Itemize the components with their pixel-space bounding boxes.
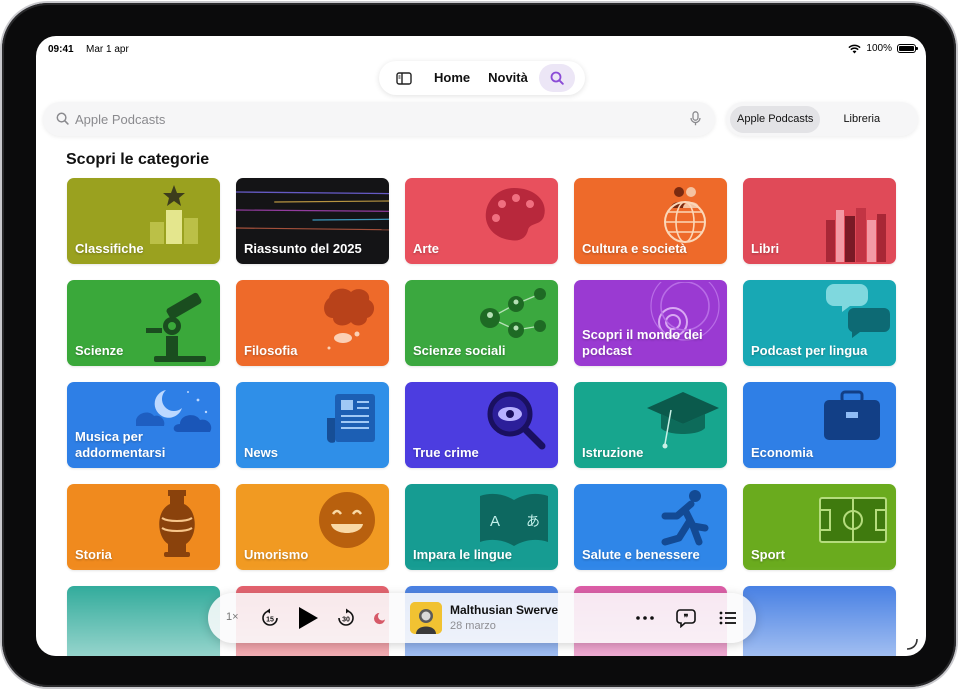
category-tile[interactable]: A あ Impara le lingue	[405, 484, 558, 570]
ipad-frame: 09:41 Mar 1 apr 100% Home Novità Apple P…	[2, 3, 956, 687]
resize-corner-icon[interactable]	[906, 638, 918, 650]
category-tile[interactable]: Filosofia	[236, 280, 389, 366]
category-label: Storia	[75, 547, 112, 562]
sleep-timer-button[interactable]	[370, 608, 388, 628]
search-icon	[550, 71, 564, 85]
category-tile[interactable]: Classifiche	[67, 178, 220, 264]
category-label: Scienze sociali	[413, 343, 506, 358]
category-label: Istruzione	[582, 445, 644, 460]
skip-forward-label: 30	[342, 617, 350, 624]
category-label: Filosofia	[244, 343, 298, 358]
transcript-button[interactable]: ❞	[674, 606, 698, 630]
category-label: Cultura e società	[582, 241, 687, 256]
status-bar: 09:41 Mar 1 apr 100%	[36, 36, 926, 62]
category-tile[interactable]: Salute e benessere	[574, 484, 727, 570]
category-tile[interactable]: Scienze sociali	[405, 280, 558, 366]
quote-bubble-icon: ❞	[676, 609, 696, 628]
scope-libreria[interactable]: Libreria	[836, 106, 887, 133]
category-tile[interactable]: Economia	[743, 382, 896, 468]
battery-percent: 100%	[866, 43, 892, 54]
category-label: Podcast per lingua	[751, 343, 868, 358]
category-tile[interactable]: Storia	[67, 484, 220, 570]
episode-artwork[interactable]	[410, 602, 442, 634]
moon-icon	[373, 612, 385, 624]
category-label: Sport	[751, 547, 785, 562]
tab-search[interactable]	[538, 64, 575, 92]
category-label: Salute e benessere	[582, 547, 700, 562]
category-tile[interactable]: Scopri il mondo dei podcast	[574, 280, 727, 366]
category-label: Classifiche	[75, 241, 144, 256]
category-tile[interactable]: Libri	[743, 178, 896, 264]
svg-text:A: A	[490, 513, 500, 530]
ellipsis-icon	[636, 616, 654, 620]
scope-apple-podcasts[interactable]: Apple Podcasts	[730, 105, 821, 133]
mini-player[interactable]: 1× 15 30 Malthusian Swerve 28 marzo ❞	[208, 593, 756, 643]
list-icon	[719, 611, 736, 625]
episode-date: 28 marzo	[450, 620, 496, 632]
status-right: 100%	[848, 43, 918, 54]
category-label: Umorismo	[244, 547, 309, 562]
category-label: Arte	[413, 241, 440, 256]
portrait-artwork-icon	[410, 602, 442, 634]
category-label: Scopri il mondo dei podcast	[582, 327, 703, 358]
category-label: Musica per addormentarsi	[75, 429, 166, 460]
play-icon	[299, 607, 318, 629]
category-label: Economia	[751, 445, 814, 460]
queue-button[interactable]	[716, 607, 740, 629]
category-tile[interactable]: Scienze	[67, 280, 220, 366]
category-tile[interactable]: Istruzione	[574, 382, 727, 468]
tab-home[interactable]: Home	[425, 64, 479, 92]
search-scope-segmented: Apple Podcasts Libreria	[726, 102, 918, 136]
play-button[interactable]	[294, 604, 322, 632]
status-time: 09:41	[48, 44, 74, 55]
sidebar-icon	[396, 71, 412, 85]
skip-back-label: 15	[266, 617, 274, 624]
section-title: Scopri le categorie	[66, 151, 210, 168]
search-field[interactable]	[43, 102, 715, 136]
category-tile[interactable]: Podcast per lingua	[743, 280, 896, 366]
battery-icon	[897, 44, 918, 53]
skip-back-button[interactable]: 15	[258, 606, 282, 630]
more-button[interactable]	[634, 608, 656, 628]
category-tile[interactable]: Cultura e società	[574, 178, 727, 264]
sidebar-toggle-button[interactable]	[383, 64, 425, 92]
category-tile[interactable]: Umorismo	[236, 484, 389, 570]
category-label: Impara le lingue	[413, 547, 512, 562]
category-tile[interactable]: True crime	[405, 382, 558, 468]
skip-forward-button[interactable]: 30	[334, 606, 358, 630]
status-date: Mar 1 apr	[86, 44, 129, 55]
tab-novita[interactable]: Novità	[479, 64, 537, 92]
microphone-icon[interactable]	[690, 111, 701, 126]
svg-text:あ: あ	[526, 514, 540, 530]
screen: 09:41 Mar 1 apr 100% Home Novità Apple P…	[36, 36, 926, 656]
category-label: Libri	[751, 241, 780, 256]
category-tile[interactable]: Sport	[743, 484, 896, 570]
wifi-icon	[848, 44, 862, 53]
category-tile[interactable]: Musica per addormentarsi	[67, 382, 220, 468]
search-input[interactable]	[75, 108, 675, 130]
category-tile[interactable]: Arte	[405, 178, 558, 264]
category-label: Riassunto del 2025	[244, 241, 362, 256]
category-label: News	[244, 445, 278, 460]
category-tile[interactable]: News	[236, 382, 389, 468]
skip-back-15-icon: 15	[262, 608, 278, 626]
episode-title[interactable]: Malthusian Swerve	[450, 603, 558, 617]
svg-text:❞: ❞	[684, 613, 689, 623]
category-label: Scienze	[75, 343, 124, 358]
playback-rate-button[interactable]: 1×	[226, 611, 239, 623]
category-label: True crime	[413, 445, 479, 460]
search-icon	[56, 112, 69, 125]
category-tile[interactable]: Riassunto del 2025	[236, 178, 389, 264]
top-tab-bar: Home Novità	[379, 61, 585, 95]
skip-forward-30-icon: 30	[338, 608, 354, 626]
